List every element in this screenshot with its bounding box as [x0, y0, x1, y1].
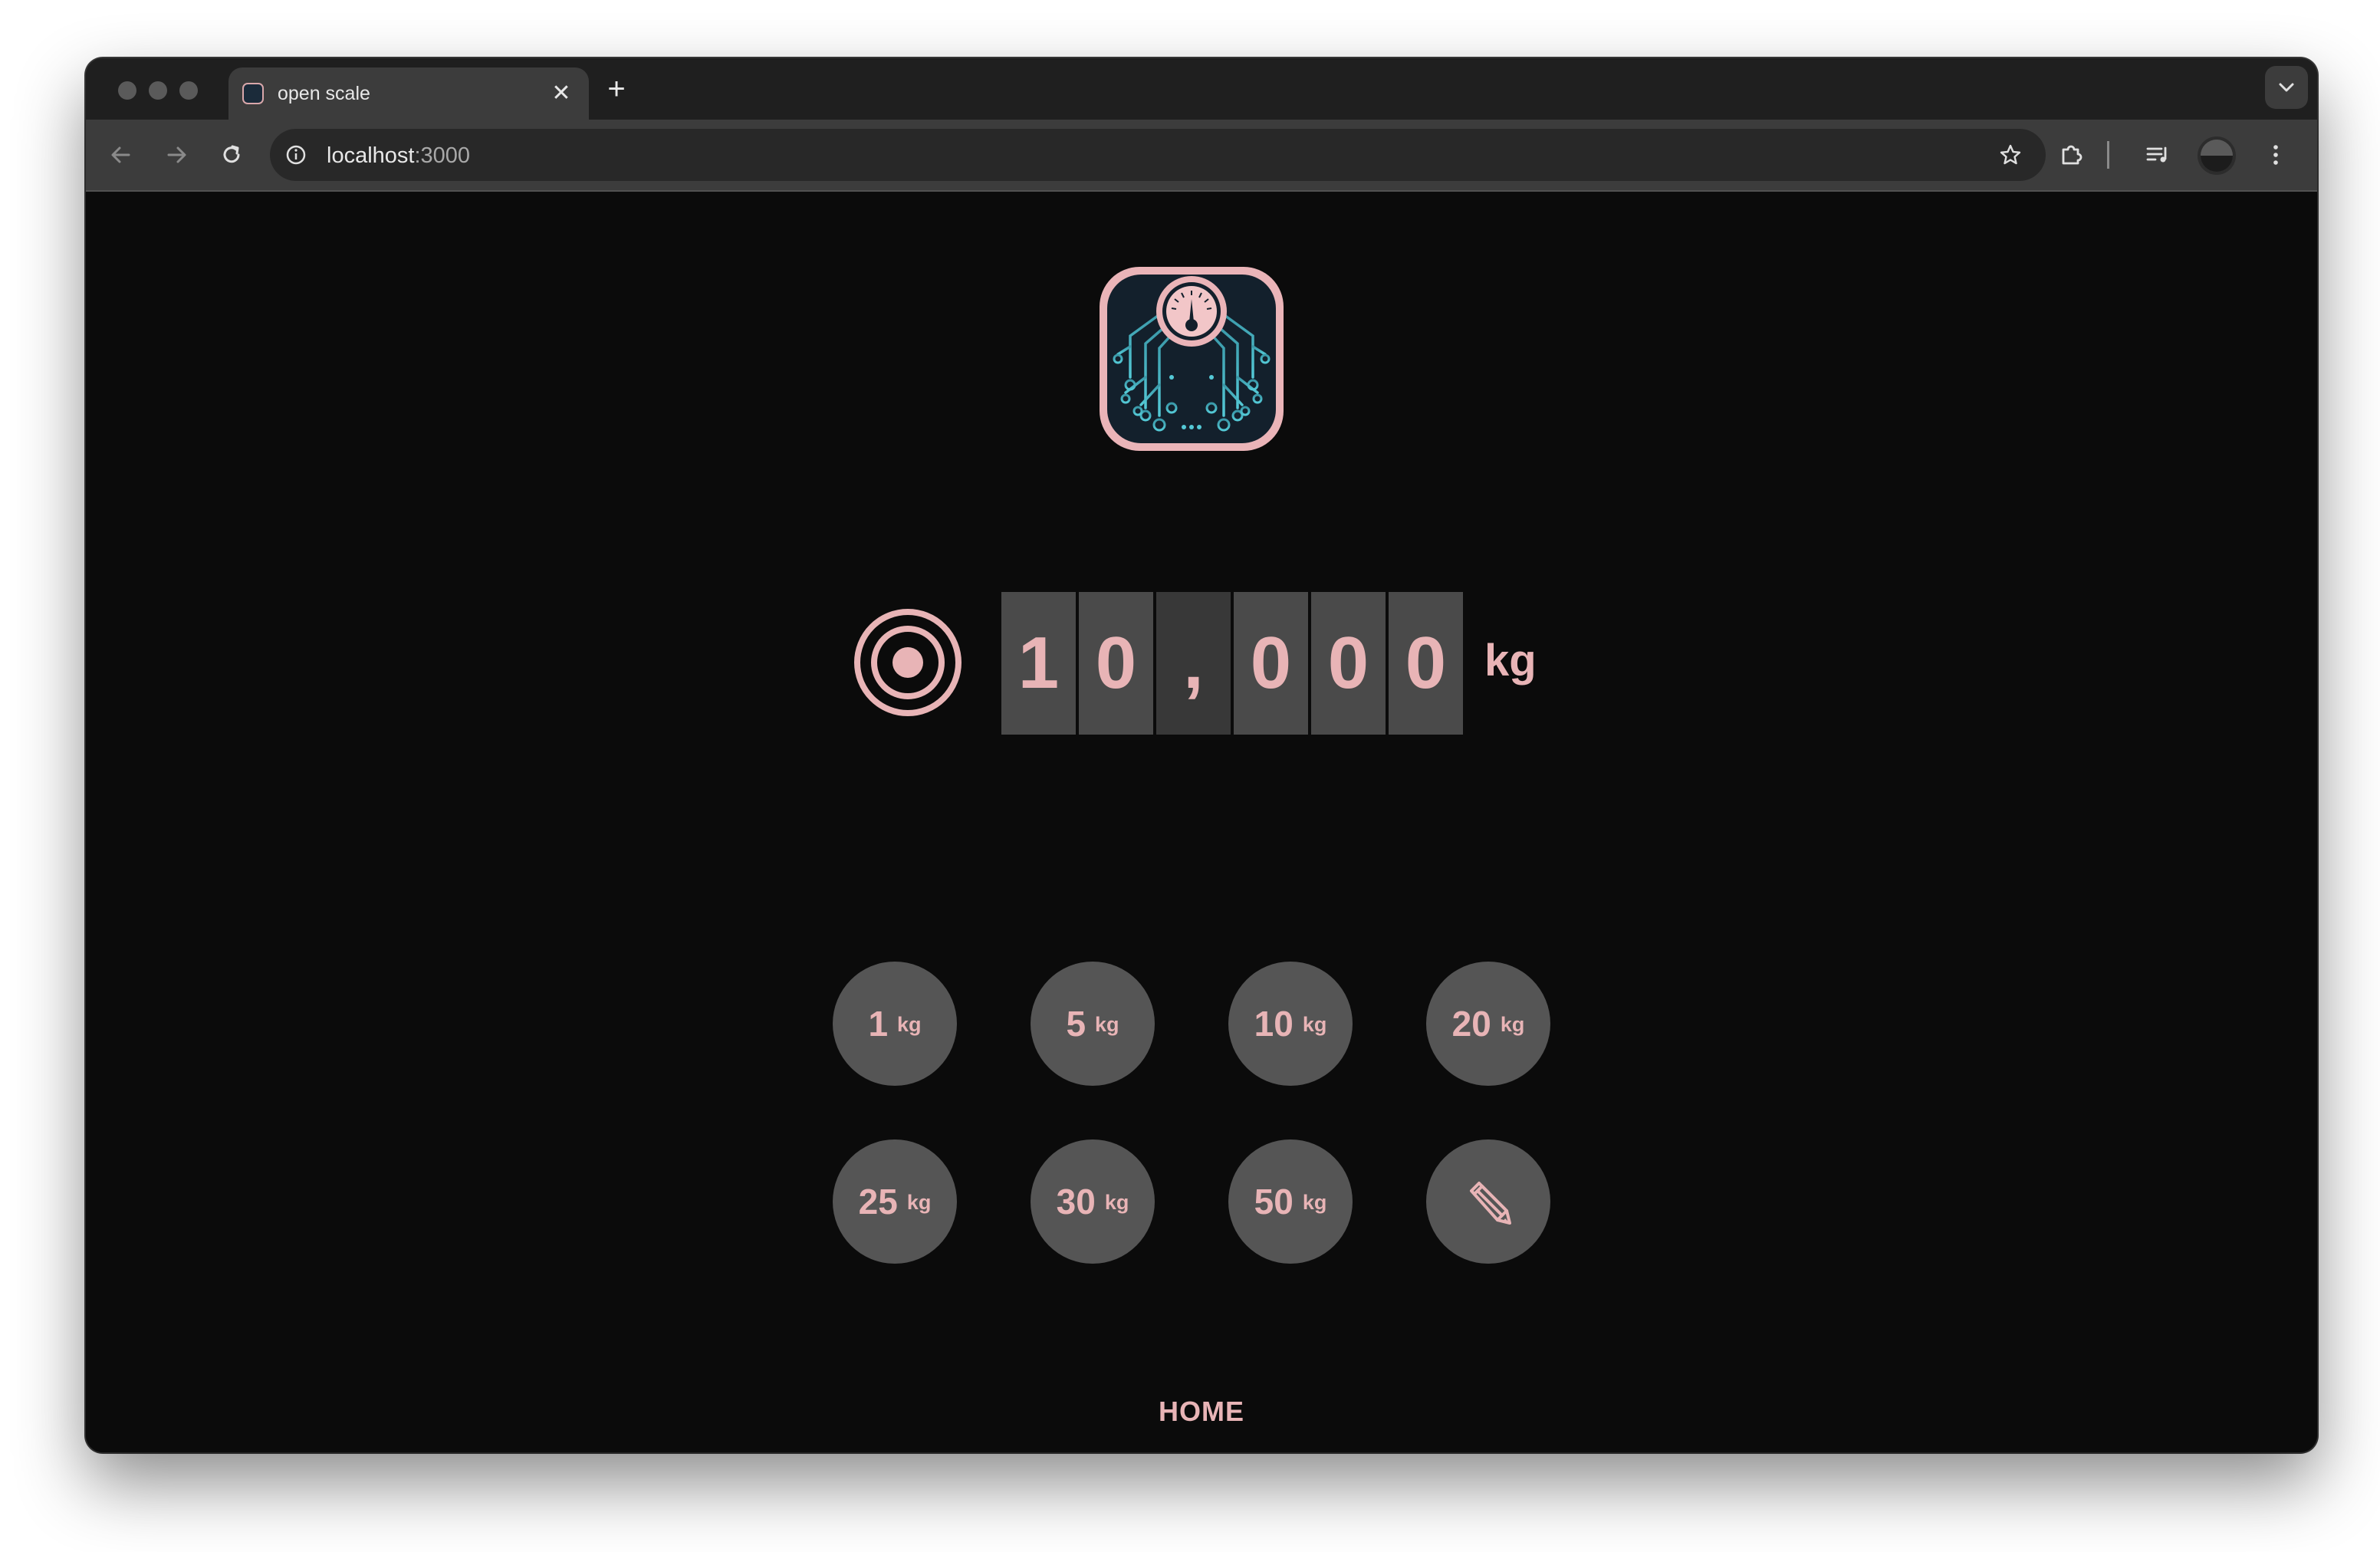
preset-value: 5: [1066, 1004, 1086, 1044]
preset-unit: kg: [1302, 1190, 1327, 1214]
preset-unit: kg: [1104, 1190, 1129, 1214]
tab-search-button[interactable]: [2265, 66, 2308, 109]
digit: 0: [1311, 592, 1386, 735]
site-info-icon[interactable]: [282, 141, 310, 169]
chevron-down-icon: [2279, 83, 2294, 92]
preset-value: 1: [868, 1004, 889, 1044]
page-content: 1 0 , 0 0 0 kg 1 kg 5 kg 10 kg 20 kg 25 kg 30…: [86, 192, 2317, 1452]
digit: 1: [1001, 592, 1076, 735]
window-zoom-dot[interactable]: [179, 81, 198, 100]
preset-25kg-button[interactable]: 25 kg: [833, 1139, 957, 1264]
edit-weight-button[interactable]: [1426, 1139, 1550, 1264]
window-minimize-dot[interactable]: [149, 81, 167, 100]
thousands-separator: ,: [1156, 592, 1231, 735]
preset-value: 10: [1254, 1004, 1294, 1044]
preset-20kg-button[interactable]: 20 kg: [1426, 962, 1550, 1086]
browser-window: open scale ✕ + localhost:3000 1 0 , 0 0 …: [86, 58, 2317, 1452]
menu-icon[interactable]: [2259, 138, 2293, 172]
preset-unit: kg: [906, 1190, 932, 1214]
weight-unit: kg: [1484, 636, 1537, 686]
open-scale-logo: [1100, 267, 1284, 451]
profile-avatar[interactable]: [2201, 140, 2233, 172]
preset-5kg-button[interactable]: 5 kg: [1031, 962, 1155, 1086]
target-icon[interactable]: [853, 607, 963, 718]
tab-strip: open scale ✕ +: [86, 58, 2317, 120]
weight-display: 1 0 , 0 0 0: [1001, 592, 1463, 735]
preset-30kg-button[interactable]: 30 kg: [1031, 1139, 1155, 1264]
nav-home-container: HOME: [86, 1396, 2317, 1428]
bookmark-star-icon[interactable]: [1997, 141, 2024, 169]
digit: 0: [1389, 592, 1463, 735]
extensions-icon[interactable]: [2055, 138, 2089, 172]
preset-value: 25: [858, 1182, 898, 1222]
address-bar[interactable]: localhost:3000: [270, 129, 2046, 181]
preset-50kg-button[interactable]: 50 kg: [1228, 1139, 1353, 1264]
preset-value: 20: [1451, 1004, 1491, 1044]
url-host: localhost: [327, 143, 415, 168]
toolbar-divider: [2107, 141, 2109, 169]
url-text: localhost:3000: [327, 143, 470, 169]
preset-10kg-button[interactable]: 10 kg: [1228, 962, 1353, 1086]
preset-unit: kg: [1500, 1012, 1525, 1036]
preset-unit: kg: [897, 1012, 922, 1036]
tab-close-icon[interactable]: ✕: [547, 80, 575, 107]
tab-title: open scale: [278, 82, 370, 104]
back-icon[interactable]: [104, 138, 138, 172]
preset-value: 50: [1254, 1182, 1294, 1222]
browser-toolbar: localhost:3000: [86, 120, 2317, 192]
pencil-icon: [1470, 1182, 1511, 1225]
tab-open-scale[interactable]: open scale ✕: [228, 67, 589, 120]
favicon-icon: [242, 83, 264, 104]
digit: 0: [1234, 592, 1308, 735]
url-port: :3000: [414, 143, 471, 168]
window-close-dot[interactable]: [118, 81, 136, 100]
reload-icon[interactable]: [215, 138, 248, 172]
nav-home-link[interactable]: HOME: [1159, 1396, 1244, 1427]
media-controls-icon[interactable]: [2141, 138, 2175, 172]
preset-value: 30: [1056, 1182, 1096, 1222]
preset-unit: kg: [1302, 1012, 1327, 1036]
forward-icon[interactable]: [159, 138, 193, 172]
digit: 0: [1079, 592, 1153, 735]
preset-1kg-button[interactable]: 1 kg: [833, 962, 957, 1086]
new-tab-button[interactable]: +: [601, 74, 632, 104]
preset-unit: kg: [1095, 1012, 1119, 1036]
